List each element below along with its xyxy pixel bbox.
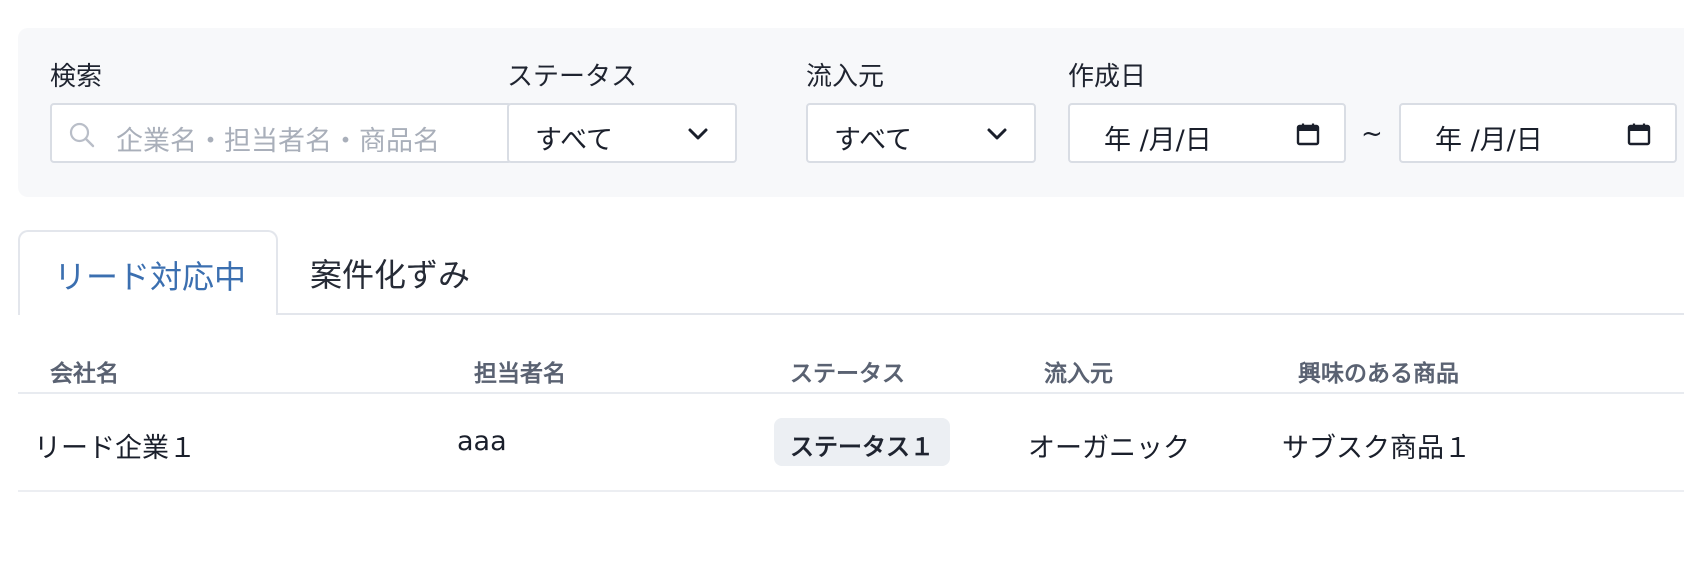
created-to-date-input[interactable]: 年 /月/日 (1399, 103, 1677, 163)
chevron-down-icon (688, 128, 708, 140)
status-select-value: すべて (535, 125, 614, 156)
cell-company: リード企業１ (34, 433, 196, 464)
calendar-icon[interactable] (1296, 122, 1320, 146)
row-divider (18, 490, 1684, 492)
tab-label: リード対応中 (54, 258, 247, 296)
cell-contact: aaa (457, 426, 507, 457)
chevron-down-icon (987, 128, 1007, 140)
status-badge-label: ステータス１ (790, 433, 934, 461)
search-placeholder: 企業名・担当者名・商品名 (116, 126, 440, 157)
column-header-source: 流入元 (1044, 361, 1113, 387)
tab-converted[interactable]: 案件化ずみ (310, 250, 470, 296)
filter-panel: 検索 企業名・担当者名・商品名 ステータス すべて 流入元 すべて 作成日 年 … (18, 28, 1684, 197)
lead-list-page: 検索 企業名・担当者名・商品名 ステータス すべて 流入元 すべて 作成日 年 … (0, 0, 1684, 570)
calendar-icon[interactable] (1627, 122, 1651, 146)
header-divider (18, 392, 1684, 394)
search-icon (69, 122, 95, 148)
source-select-value: すべて (834, 125, 913, 156)
status-select[interactable]: すべて (507, 103, 737, 163)
status-filter-label: ステータス (507, 62, 638, 92)
column-header-contact: 担当者名 (474, 361, 566, 387)
created-from-value: 年 /月/日 (1104, 125, 1212, 156)
created-to-value: 年 /月/日 (1435, 125, 1543, 156)
cell-source: オーガニック (1028, 433, 1190, 464)
status-badge: ステータス１ (774, 418, 950, 466)
created-from-date-input[interactable]: 年 /月/日 (1068, 103, 1346, 163)
column-header-company: 会社名 (50, 361, 119, 387)
date-range-separator: ~ (1361, 119, 1383, 149)
tab-lead-in-progress[interactable]: リード対応中 (18, 230, 278, 315)
source-filter-label: 流入元 (806, 62, 885, 92)
search-label: 検索 (50, 62, 103, 92)
created-date-label: 作成日 (1068, 62, 1147, 92)
column-header-product: 興味のある商品 (1298, 361, 1459, 387)
cell-product: サブスク商品１ (1282, 433, 1471, 464)
search-input[interactable]: 企業名・担当者名・商品名 (50, 103, 512, 163)
column-header-status: ステータス (790, 361, 905, 387)
source-select[interactable]: すべて (806, 103, 1036, 163)
